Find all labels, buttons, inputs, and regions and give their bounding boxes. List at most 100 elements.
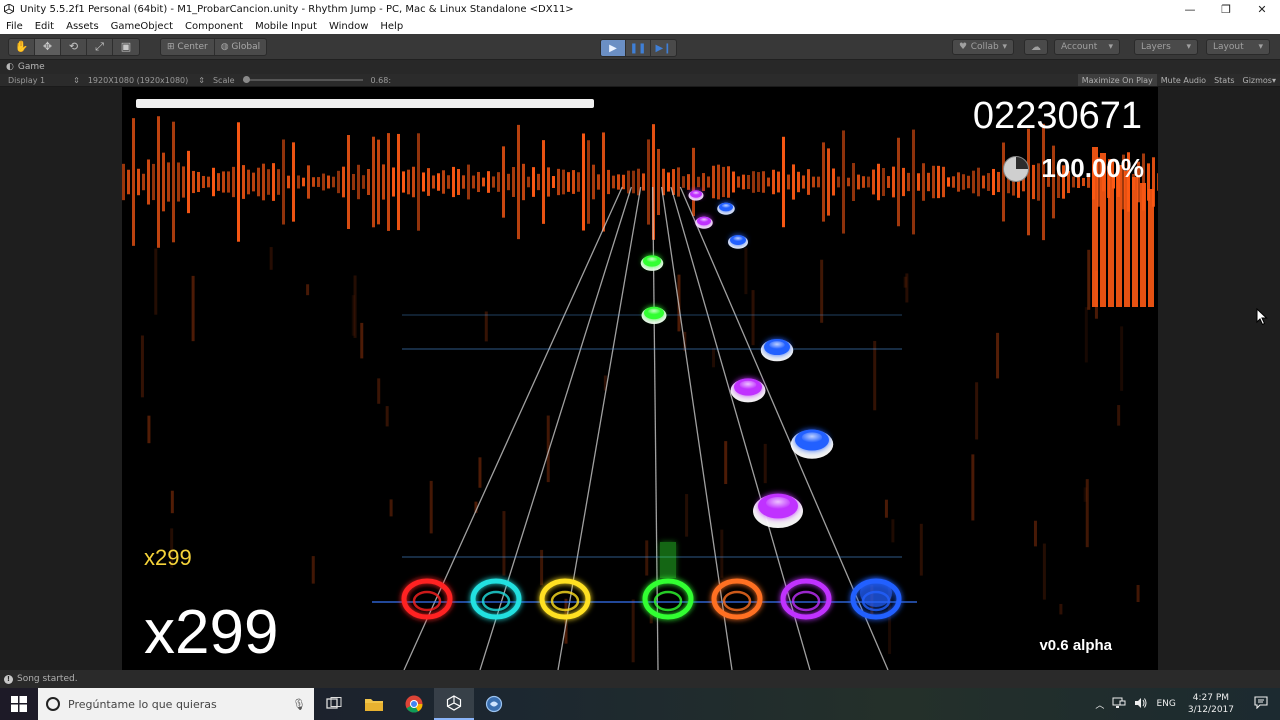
spectrum-bar (587, 140, 590, 224)
cortana-search-box[interactable]: Pregúntame lo que quieras 🎙 (38, 688, 314, 720)
spectrum-bar (367, 168, 370, 196)
stats-toggle[interactable]: Stats (1210, 74, 1238, 86)
maximize-on-play-toggle[interactable]: Maximize On Play (1077, 74, 1157, 86)
collab-dropdown[interactable]: ♥ Collab ▾ (952, 39, 1014, 55)
app-taskbar-icon[interactable] (474, 688, 514, 720)
resolution-dropdown[interactable]: 1920X1080 (1920x1080) ⇕ (84, 76, 209, 85)
spectrum-reflection (820, 259, 824, 323)
spectrum-bar (187, 150, 190, 214)
taskbar-clock[interactable]: 4:27 PM 3/12/2017 (1180, 692, 1242, 716)
spectrum-bar (267, 169, 270, 195)
hand-tool-icon[interactable]: ✋ (9, 38, 35, 55)
network-icon[interactable] (1108, 697, 1130, 712)
spectrum-bar (557, 168, 560, 196)
scale-slider-thumb[interactable] (242, 76, 250, 83)
windows-start-icon[interactable] (0, 688, 38, 720)
layers-dropdown[interactable]: Layers ▾ (1134, 39, 1198, 55)
target-ring (711, 578, 763, 620)
chrome-icon[interactable] (394, 688, 434, 720)
tab-game[interactable]: ◐ Game (0, 62, 51, 72)
game-tab-bar: ◐ Game (0, 60, 1280, 74)
spectrum-bar (757, 172, 760, 192)
spectrum-bar (952, 176, 955, 188)
spectrum-reflection (1094, 271, 1098, 319)
note (695, 216, 713, 229)
spectrum-reflection (385, 406, 389, 427)
close-button[interactable]: ✕ (1244, 0, 1280, 18)
game-icon: ◐ (6, 62, 14, 72)
spectrum-bar (772, 169, 775, 195)
menu-component[interactable]: Component (179, 21, 249, 32)
layout-dropdown[interactable]: Layout ▾ (1206, 39, 1270, 55)
pivot-global-button[interactable]: ◍ Global (215, 39, 266, 55)
game-view[interactable]: 02230671 100.00% x299 x299 v0.6 alpha (122, 87, 1158, 670)
spectrum-bar (162, 152, 165, 212)
spectrum-bar (467, 164, 470, 200)
chevron-down-icon: ▾ (1271, 75, 1276, 85)
rect-tool-icon[interactable]: ▣ (113, 39, 139, 55)
menu-mobile-input[interactable]: Mobile Input (249, 21, 323, 32)
spectrum-bar (762, 171, 765, 193)
spectrum-reflection (631, 599, 635, 663)
step-button[interactable]: ▶❙ (651, 40, 676, 56)
menu-file[interactable]: File (0, 21, 29, 32)
spectrum-bar (142, 173, 145, 191)
target-ring-outer (642, 578, 694, 620)
spectrum-bar (172, 121, 175, 243)
spectrum-reflection (311, 556, 315, 584)
input-language[interactable]: ENG (1152, 699, 1179, 709)
maximize-button[interactable]: ❐ (1208, 0, 1244, 18)
display-dropdown[interactable]: Display 1 ⇕ (4, 76, 84, 85)
scale-tool-icon[interactable]: ⤢ (87, 38, 113, 55)
spectrum-reflection (873, 340, 877, 411)
volume-icon[interactable] (1130, 697, 1152, 712)
unity-taskbar-icon[interactable] (434, 688, 474, 720)
spectrum-bar (537, 173, 540, 191)
cloud-services-icon[interactable]: ☁ (1024, 39, 1048, 55)
spectrum-bar (787, 174, 790, 190)
spectrum-bar (392, 167, 395, 197)
spectrum-reflection (1033, 520, 1037, 547)
mute-audio-toggle[interactable]: Mute Audio (1157, 74, 1210, 86)
spectrum-bar (417, 133, 420, 231)
spectrum-bar (767, 177, 770, 187)
menu-help[interactable]: Help (374, 21, 409, 32)
spectrum-bar (167, 162, 170, 202)
spectrum-reflection (645, 540, 649, 576)
window-title: Unity 5.5.2f1 Personal (64bit) - M1_Prob… (20, 3, 574, 15)
target-rings (372, 542, 917, 620)
file-explorer-icon[interactable] (354, 688, 394, 720)
spectrum-bar (197, 171, 200, 193)
menu-window[interactable]: Window (323, 21, 374, 32)
spectrum-reflection (389, 499, 393, 517)
gizmos-dropdown[interactable]: Gizmos ▾ (1239, 74, 1280, 86)
spectrum-bar (487, 171, 490, 193)
notifications-icon[interactable] (1242, 696, 1280, 712)
spectrum-reflection (1084, 307, 1088, 363)
spectrum-reflection (1136, 584, 1140, 602)
console-status-bar[interactable]: ! Song started. (0, 670, 1280, 688)
menu-gameobject[interactable]: GameObject (105, 21, 179, 32)
menu-bar: File Edit Assets GameObject Component Mo… (0, 18, 1280, 34)
menu-edit[interactable]: Edit (29, 21, 60, 32)
pause-button[interactable]: ❚❚ (626, 40, 651, 56)
play-button[interactable]: ▶ (601, 40, 626, 56)
note-shine (721, 203, 731, 209)
spectrum-bar (687, 174, 690, 190)
spectrum-reflection (154, 248, 158, 315)
rotate-tool-icon[interactable]: ⟲ (61, 38, 87, 55)
note-shine (739, 380, 757, 390)
spectrum-bar (897, 137, 900, 227)
chevron-up-icon[interactable]: ︿ (1091, 698, 1108, 711)
microphone-icon[interactable]: 🎙 (292, 698, 306, 711)
move-tool-icon[interactable]: ✥ (35, 38, 61, 55)
scale-slider[interactable] (242, 76, 363, 83)
task-view-icon[interactable] (314, 688, 354, 720)
spectrum-bar (1157, 173, 1158, 191)
spectrum-bar (1124, 171, 1130, 307)
minimize-button[interactable]: — (1172, 0, 1208, 18)
account-dropdown[interactable]: Account ▾ (1054, 39, 1120, 55)
pivot-center-button[interactable]: ⊞ Center (161, 38, 215, 55)
note (688, 190, 704, 201)
menu-assets[interactable]: Assets (60, 21, 105, 32)
